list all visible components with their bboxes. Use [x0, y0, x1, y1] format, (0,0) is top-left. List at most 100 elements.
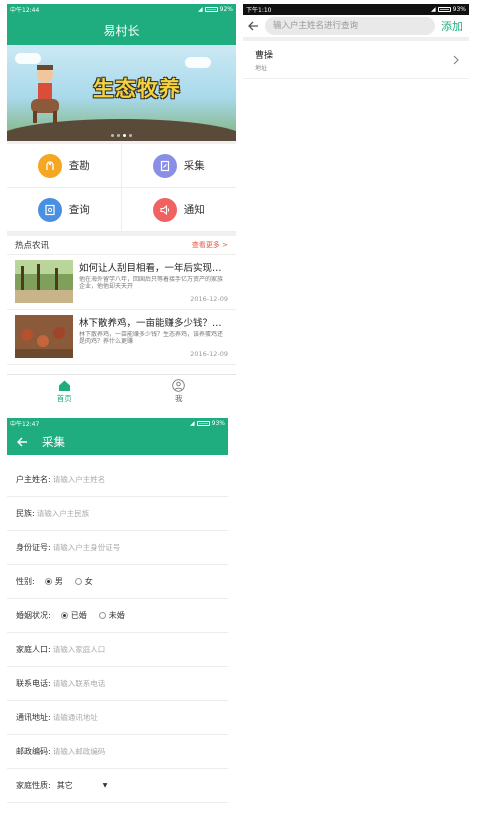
collect-icon: [152, 153, 177, 178]
bottom-tab-bar: 首页 我: [7, 374, 236, 407]
result-name: 曹操: [255, 50, 274, 61]
news-item[interactable]: 如何让人刮目相看，一年后实现年... 他在海外留学八年，回国后只等着接手亿万资产…: [7, 255, 236, 310]
collect-form-screen: 中午12:47 ◢ 93% 采集 户主姓名: 民族: 身份证号: 性别: 男: [7, 418, 228, 816]
id-number-input[interactable]: [52, 543, 219, 552]
banner-headline: 生态牧养: [93, 77, 181, 101]
back-arrow-icon[interactable]: [16, 436, 28, 448]
gender-female-radio[interactable]: 女: [74, 576, 93, 587]
search-result-item[interactable]: 曹操 地址: [243, 41, 469, 79]
battery-level: 93%: [452, 6, 466, 13]
gender-row: 性别: 男 女: [7, 565, 228, 599]
news-date: 2016-12-09: [190, 350, 228, 358]
field-label: 家庭性质:: [16, 781, 51, 790]
radio-checked-icon: [60, 612, 68, 619]
quick-action-query[interactable]: 查询: [7, 188, 122, 232]
ethnicity-row: 民族:: [7, 497, 228, 531]
news-title: 林下散养鸡，一亩能赚多少钱？生...: [79, 318, 228, 329]
app-title: 易村长: [103, 23, 140, 38]
news-section-header: 热点农讯 查看更多 >: [7, 236, 236, 255]
battery-level: 92%: [219, 6, 233, 13]
owner-name-row: 户主姓名:: [7, 463, 228, 497]
search-bar: 添加: [243, 15, 469, 41]
marital-single-radio[interactable]: 未婚: [98, 610, 125, 621]
news-date: 2016-12-09: [190, 295, 228, 303]
wifi-icon: ◢: [198, 6, 203, 13]
news-description: 他在海外留学八年，回国后只等着接手亿万资产的家族企业，他他却天天开: [79, 276, 224, 290]
status-time: 中午12:47: [10, 421, 40, 428]
back-arrow-icon[interactable]: [247, 20, 259, 32]
field-label: 通讯地址:: [16, 713, 51, 722]
field-label: 民族:: [16, 509, 35, 518]
household-size-row: 家庭人口:: [7, 633, 228, 667]
news-more-link[interactable]: 查看更多 >: [192, 240, 228, 250]
phone-row: 联系电话:: [7, 667, 228, 701]
form-title: 采集: [42, 435, 65, 449]
status-time: 下午1:10: [246, 7, 272, 14]
battery-icon: [196, 421, 210, 426]
news-thumbnail: [15, 260, 73, 303]
marital-row: 婚姻状况: 已婚 未婚: [7, 599, 228, 633]
radio-unchecked-icon: [98, 612, 106, 619]
status-bar: 中午12:47 ◢ 93%: [7, 418, 228, 429]
news-description: 林下散养鸡，一亩能赚多少钱？生态养鸡，该养蛋鸡还是肉鸡？养什么更赚: [79, 331, 224, 345]
news-title: 如何让人刮目相看，一年后实现年...: [79, 263, 228, 274]
search-screen: 下午1:10 ◢ 93% 添加 曹操 地址: [243, 4, 469, 94]
news-item[interactable]: 林下散养鸡，一亩能赚多少钱？生... 林下散养鸡，一亩能赚多少钱？生态养鸡，该养…: [7, 310, 236, 365]
quick-action-survey[interactable]: 查勘: [7, 144, 122, 188]
form-header: 采集: [7, 429, 228, 455]
chevron-right-icon: [453, 55, 459, 64]
wifi-icon: ◢: [431, 6, 436, 13]
carousel-indicator: [7, 134, 236, 137]
household-size-input[interactable]: [52, 645, 219, 654]
notify-icon: [152, 197, 177, 222]
result-address: 地址: [255, 64, 268, 72]
cloud-decoration: [185, 57, 211, 68]
add-button[interactable]: 添加: [441, 18, 465, 34]
banner-carousel[interactable]: 生态牧养: [7, 45, 236, 141]
status-bar: 下午1:10 ◢ 93%: [243, 4, 469, 15]
field-label: 性别:: [16, 577, 35, 586]
family-type-row: 家庭性质: 其它 ▼: [7, 769, 228, 803]
gender-male-radio[interactable]: 男: [44, 576, 63, 587]
battery-level: 93%: [211, 420, 225, 427]
battery-icon: [204, 7, 218, 12]
field-label: 联系电话:: [16, 679, 51, 688]
home-screen: 中午12:44 ◢ 92% 易村长 生态牧养 查勘 采集 查询 通知 热点农讯 …: [7, 4, 236, 407]
user-icon: [172, 378, 186, 392]
phone-input[interactable]: [52, 679, 219, 688]
field-label: 婚姻状况:: [16, 611, 51, 620]
quick-action-notify[interactable]: 通知: [121, 188, 236, 232]
cartoon-rider-image: [31, 65, 59, 123]
status-time: 中午12:44: [10, 7, 40, 14]
home-icon: [58, 380, 70, 391]
survey-icon: [37, 153, 62, 178]
postcode-row: 邮政编码:: [7, 735, 228, 769]
field-label: 户主姓名:: [16, 475, 51, 484]
wifi-icon: ◢: [190, 420, 195, 427]
quick-actions: 查勘 采集 查询 通知: [7, 141, 236, 232]
field-label: 家庭人口:: [16, 645, 51, 654]
query-icon: [37, 197, 62, 222]
collect-form: 户主姓名: 民族: 身份证号: 性别: 男 女 婚姻状况:: [7, 455, 228, 803]
dropdown-caret-icon[interactable]: ▼: [103, 782, 108, 789]
family-type-select[interactable]: 其它: [57, 780, 73, 791]
tab-home[interactable]: 首页: [7, 375, 122, 407]
search-input[interactable]: [265, 17, 435, 35]
marital-married-radio[interactable]: 已婚: [60, 610, 87, 621]
app-title-bar: 易村长: [7, 15, 236, 45]
id-number-row: 身份证号:: [7, 531, 228, 565]
radio-checked-icon: [44, 578, 52, 585]
news-thumbnail: [15, 315, 73, 358]
field-label: 邮政编码:: [16, 747, 51, 756]
address-input[interactable]: [52, 713, 219, 722]
news-section-title: 热点农讯: [15, 241, 50, 251]
ethnicity-input[interactable]: [36, 509, 219, 518]
radio-unchecked-icon: [74, 578, 82, 585]
postcode-input[interactable]: [52, 747, 219, 756]
tab-me[interactable]: 我: [122, 375, 237, 407]
status-bar: 中午12:44 ◢ 92%: [7, 4, 236, 15]
quick-action-collect[interactable]: 采集: [121, 144, 236, 188]
field-label: 身份证号:: [16, 543, 51, 552]
address-row: 通讯地址:: [7, 701, 228, 735]
owner-name-input[interactable]: [52, 475, 219, 484]
